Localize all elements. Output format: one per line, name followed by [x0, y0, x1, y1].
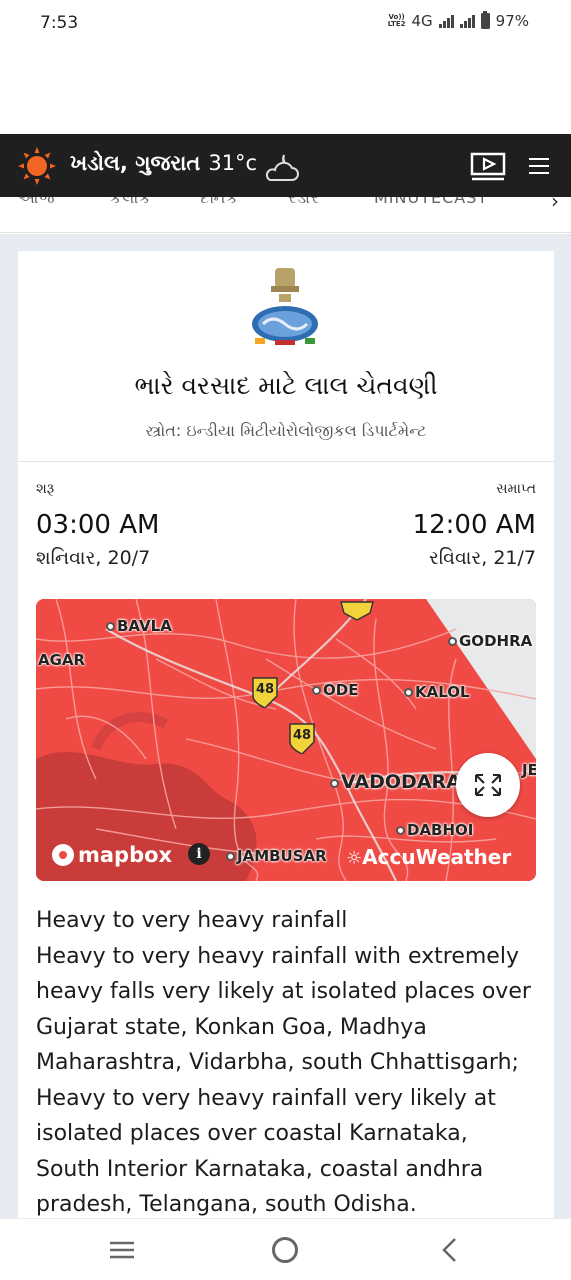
partly-cloudy-night-icon	[265, 154, 299, 181]
place-agar: AGAR	[38, 651, 86, 669]
sun-icon[interactable]	[18, 147, 56, 185]
start-time: 03:00 AM	[36, 510, 160, 540]
mapbox-icon	[52, 844, 74, 866]
video-play-icon[interactable]	[470, 152, 506, 181]
current-temperature: 31°c	[208, 151, 258, 175]
place-ode: ODE	[312, 681, 358, 699]
alert-card: ભારે વરસાદ માટે લાલ ચેતવણી સ્ત્રોત: ઇન્ડ…	[18, 251, 554, 1218]
forecast-tabs: આજ કલાક દૈનિક રડાર MINUTECAST ›	[0, 197, 571, 233]
end-day: રવિવાર, 21/7	[428, 547, 536, 569]
tab-radar[interactable]: રડાર	[288, 197, 320, 208]
start-day: શનિવાર, 20/7	[36, 547, 151, 569]
place-jambusar: JAMBUSAR	[226, 847, 327, 865]
highway-shield-48: 48	[251, 676, 279, 709]
status-icons: Vo)) LTE2 4G 97%	[387, 11, 529, 30]
tab-today[interactable]: આજ	[18, 197, 56, 208]
description-headline: Heavy to very heavy rainfall	[36, 908, 348, 933]
highway-shield-48-b: 48	[288, 722, 316, 755]
end-time: 12:00 AM	[412, 510, 536, 540]
place-bavla: BAVLA	[106, 617, 172, 635]
network-type: 4G	[411, 12, 433, 30]
tab-daily[interactable]: દૈનિક	[200, 197, 239, 208]
battery-icon	[480, 11, 490, 29]
battery-percent: 97%	[495, 12, 529, 30]
tab-hourly[interactable]: કલાક	[110, 197, 152, 208]
divider	[18, 461, 554, 462]
hamburger-menu-icon[interactable]	[527, 154, 551, 178]
place-vadodara: VADODARA	[330, 771, 461, 793]
place-kalol: KALOL	[404, 683, 470, 701]
imd-emblem-icon	[252, 268, 318, 345]
map-info-button[interactable]: i	[188, 843, 210, 865]
signal-icon	[438, 14, 454, 28]
description-body: Heavy to very heavy rainfall with extrem…	[36, 943, 531, 1218]
accuweather-sun-icon: ☼	[346, 848, 363, 869]
place-dabhoi: DABHOI	[396, 821, 473, 839]
tab-minutecast[interactable]: MINUTECAST	[374, 197, 488, 207]
start-label: શરૂ	[36, 481, 55, 497]
volte-indicator: Vo)) LTE2	[387, 13, 406, 28]
accuweather-logo: ☼AccuWeather	[346, 845, 512, 869]
location-name: ખડોલ, ગુજરાત	[70, 151, 201, 175]
tabs-scroll-right-icon[interactable]: ›	[551, 197, 559, 213]
app-header: ખડોલ, ગુજરાત 31°c	[0, 134, 571, 197]
end-label: સમાપ્ત	[496, 481, 536, 497]
alert-description: Heavy to very heavy rainfall Heavy to ve…	[36, 903, 536, 1218]
back-icon[interactable]	[440, 1237, 460, 1263]
home-icon[interactable]	[272, 1237, 298, 1263]
expand-icon	[475, 774, 501, 796]
alert-source: સ્ત્રોત: ઇન્ડીયા મિટીયોરોલોજીકલ ડિપાર્ટમ…	[145, 421, 427, 440]
status-time: 7:53	[40, 13, 79, 33]
recent-apps-icon[interactable]	[108, 1238, 136, 1262]
place-godhra: GODHRA	[448, 632, 532, 650]
status-bar: 7:53 Vo)) LTE2 4G 97%	[0, 0, 571, 50]
expand-map-button[interactable]	[456, 753, 520, 817]
place-je: JE	[522, 761, 536, 779]
system-navigation-bar	[0, 1218, 571, 1280]
signal-icon-2	[459, 14, 475, 28]
top-blank	[0, 50, 571, 134]
alert-title: ભારે વરસાદ માટે લાલ ચેતવણી	[134, 371, 438, 400]
alert-map[interactable]: BAVLA AGAR GODHRA ODE KALOL VADODARA JE …	[36, 599, 536, 881]
mapbox-logo: mapbox	[52, 843, 172, 867]
current-location[interactable]: ખડોલ, ગુજરાત 31°c	[70, 151, 257, 176]
